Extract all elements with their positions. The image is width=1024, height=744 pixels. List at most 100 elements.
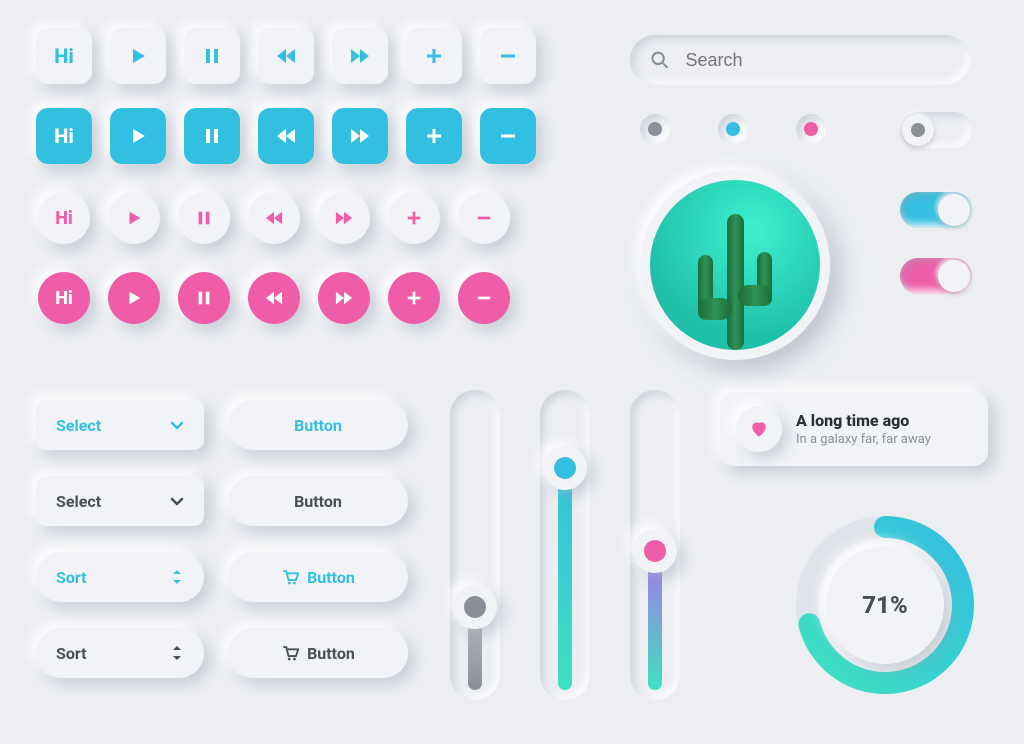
pause-icon (195, 289, 213, 307)
play-icon (125, 289, 143, 307)
plus-circle[interactable] (388, 192, 440, 244)
pause-button[interactable] (184, 28, 240, 84)
pause-circle-filled[interactable] (178, 272, 230, 324)
button-label: Button (294, 416, 342, 435)
hi-label: Hi (54, 44, 74, 68)
slider-thumb[interactable] (633, 529, 677, 573)
button-label: Button (294, 492, 342, 511)
cart-icon (281, 644, 299, 662)
hi-label: Hi (54, 124, 74, 148)
select-dropdown[interactable]: Select (36, 400, 204, 450)
card-subtitle: In a galaxy far, far away (796, 432, 931, 447)
play-circle[interactable] (108, 192, 160, 244)
button[interactable]: Button (228, 476, 408, 526)
card-title: A long time ago (796, 411, 931, 430)
progress-ring: 71% (790, 510, 980, 700)
card-text: A long time ago In a galaxy far, far awa… (796, 411, 931, 447)
toggle-cyan[interactable] (900, 192, 972, 228)
thumb-dot (644, 540, 666, 562)
plus-button-filled[interactable] (406, 108, 462, 164)
select-dropdown[interactable]: Select (36, 476, 204, 526)
hi-circle[interactable]: Hi (38, 192, 90, 244)
toggle-knob (938, 194, 970, 226)
plus-button[interactable] (406, 28, 462, 84)
avatar (640, 170, 830, 360)
play-button-filled[interactable] (110, 108, 166, 164)
slider-thumb[interactable] (453, 585, 497, 629)
sort-dropdown[interactable]: Sort (36, 552, 204, 602)
hi-circle-filled[interactable]: Hi (38, 272, 90, 324)
avatar-image (650, 180, 820, 350)
radio-dot (648, 122, 662, 136)
toggle-off[interactable] (900, 112, 972, 148)
pause-circle[interactable] (178, 192, 230, 244)
play-circle-filled[interactable] (108, 272, 160, 324)
rewind-circle-filled[interactable] (248, 272, 300, 324)
pause-icon (202, 126, 222, 146)
search-input[interactable] (684, 49, 950, 72)
forward-button[interactable] (332, 28, 388, 84)
minus-button[interactable] (480, 28, 536, 84)
forward-icon (349, 126, 371, 146)
button-label: Button (307, 644, 355, 663)
plus-icon (424, 46, 444, 66)
toggle-knob (938, 260, 970, 292)
plus-icon (424, 126, 444, 146)
sort-icon (170, 644, 184, 662)
radio-gray[interactable] (640, 114, 670, 144)
hi-label: Hi (55, 208, 73, 229)
cart-button[interactable]: Button (228, 552, 408, 602)
minus-circle-filled[interactable] (458, 272, 510, 324)
radio-dot (804, 122, 818, 136)
hi-button[interactable]: Hi (36, 28, 92, 84)
slider-gray[interactable] (450, 390, 500, 700)
forward-icon (349, 46, 371, 66)
sort-icon (170, 568, 184, 586)
play-icon (128, 46, 148, 66)
rewind-button[interactable] (258, 28, 314, 84)
rewind-button-filled[interactable] (258, 108, 314, 164)
minus-button-filled[interactable] (480, 108, 536, 164)
forward-button-filled[interactable] (332, 108, 388, 164)
forward-circle[interactable] (318, 192, 370, 244)
minus-icon (475, 209, 493, 227)
button-label: Button (307, 568, 355, 587)
hi-button-filled[interactable]: Hi (36, 108, 92, 164)
hi-label: Hi (55, 288, 73, 309)
rewind-icon (275, 126, 297, 146)
pause-button-filled[interactable] (184, 108, 240, 164)
forward-circle-filled[interactable] (318, 272, 370, 324)
progress-value: 71% (826, 546, 944, 664)
minus-icon (498, 46, 518, 66)
slider-thumb[interactable] (543, 446, 587, 490)
sort-dropdown[interactable]: Sort (36, 628, 204, 678)
cart-button[interactable]: Button (228, 628, 408, 678)
slider-cyan[interactable] (540, 390, 590, 700)
play-icon (128, 126, 148, 146)
info-card: A long time ago In a galaxy far, far awa… (720, 392, 988, 466)
cart-icon (281, 568, 299, 586)
favorite-button[interactable] (736, 406, 782, 452)
search-icon (650, 49, 670, 71)
rewind-icon (275, 46, 297, 66)
plus-circle-filled[interactable] (388, 272, 440, 324)
search-field[interactable] (630, 35, 970, 85)
button[interactable]: Button (228, 400, 408, 450)
toggle-knob (902, 114, 934, 146)
plus-icon (405, 289, 423, 307)
minus-circle[interactable] (458, 192, 510, 244)
rewind-circle[interactable] (248, 192, 300, 244)
pause-icon (202, 46, 222, 66)
sort-label: Sort (56, 644, 87, 663)
slider-track (558, 458, 572, 691)
chevron-down-icon (170, 494, 184, 508)
radio-pink[interactable] (796, 114, 826, 144)
slider-pink[interactable] (630, 390, 680, 700)
play-button[interactable] (110, 28, 166, 84)
thumb-dot (554, 457, 576, 479)
heart-icon (749, 419, 769, 439)
toggle-pink[interactable] (900, 258, 972, 294)
radio-cyan[interactable] (718, 114, 748, 144)
radio-dot (726, 122, 740, 136)
pause-icon (195, 209, 213, 227)
